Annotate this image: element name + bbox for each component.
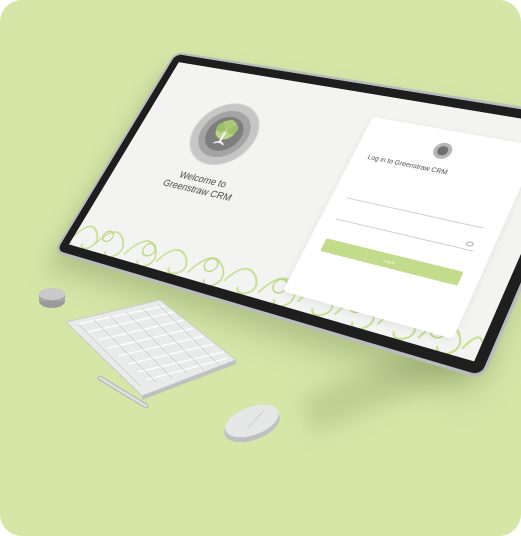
tree-logo-icon bbox=[200, 118, 242, 153]
login-button[interactable]: Log in bbox=[320, 238, 464, 286]
mockup-background: Welcome to Greenstraw CRM Log in to Gree… bbox=[0, 0, 521, 536]
eye-icon[interactable] bbox=[465, 240, 475, 248]
login-logo bbox=[430, 141, 456, 161]
mouse bbox=[224, 404, 280, 443]
brand-logo bbox=[176, 98, 273, 172]
stylus-pen bbox=[97, 375, 149, 409]
